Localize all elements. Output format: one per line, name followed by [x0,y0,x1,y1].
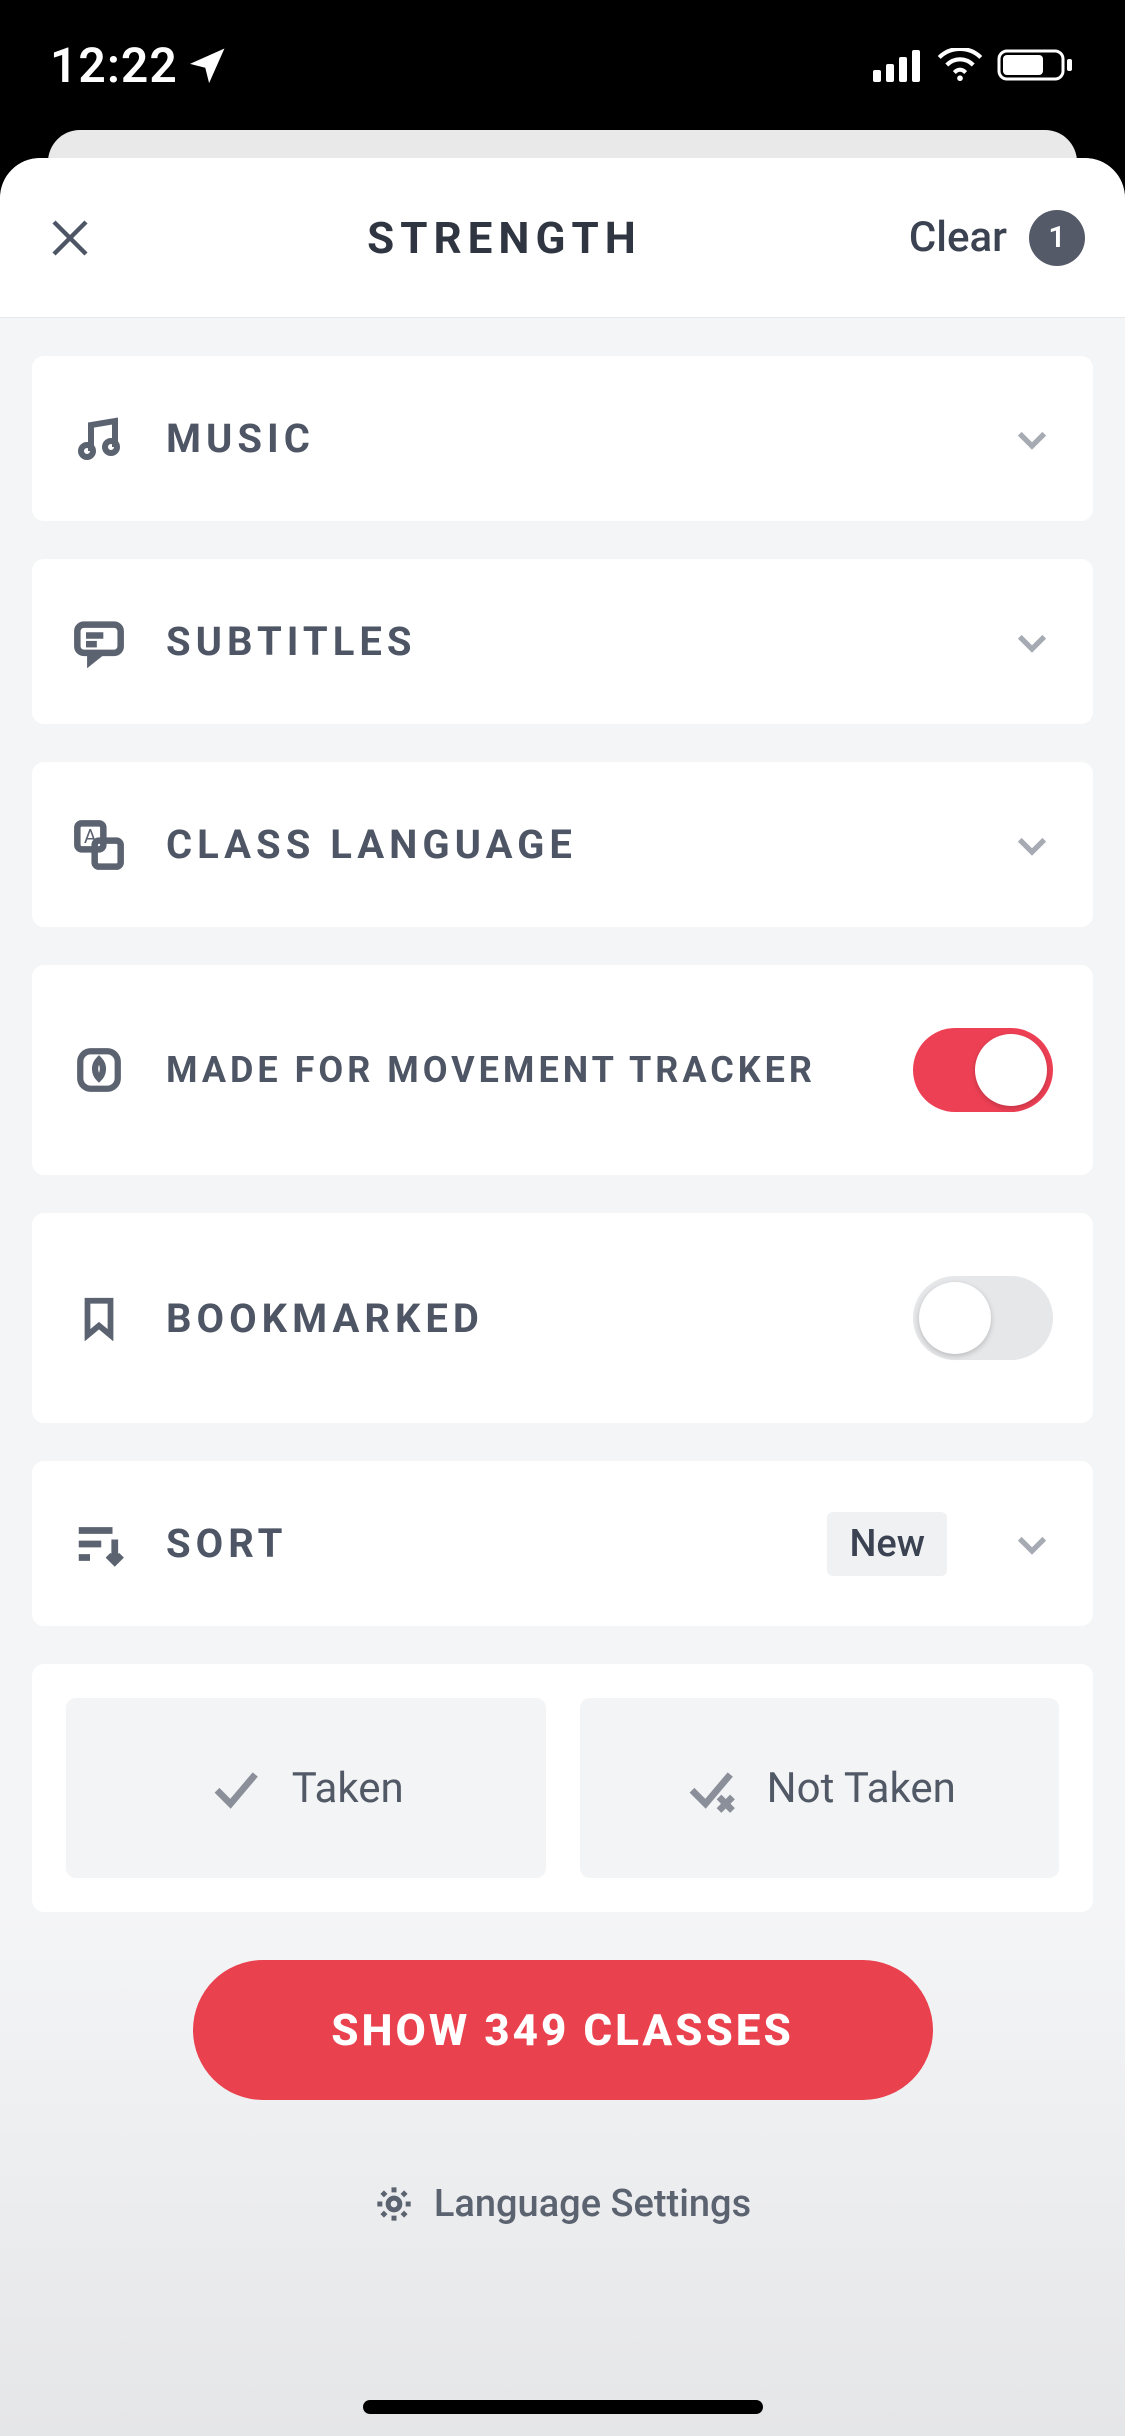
taken-button[interactable]: Taken [66,1698,546,1878]
modal-header: STRENGTH Clear 1 [0,158,1125,318]
music-icon [72,412,126,466]
filter-label: BOOKMARKED [166,1295,873,1342]
filter-row-taken-status: Taken Not Taken [32,1664,1093,1912]
movement-tracker-icon [72,1043,126,1097]
status-right [873,47,1075,83]
modal-title: STRENGTH [367,212,642,264]
filter-row-sort[interactable]: SORT New [32,1461,1093,1626]
filter-label: SUBTITLES [166,618,971,665]
filter-label: MUSIC [166,415,971,462]
not-taken-button[interactable]: Not Taken [580,1698,1060,1878]
chevron-down-icon [1011,824,1053,866]
check-icon [208,1761,262,1815]
chevron-down-icon [1011,621,1053,663]
not-taken-label: Not Taken [767,1764,956,1813]
show-classes-label: SHOW 349 CLASSES [331,2004,794,2056]
filter-content[interactable]: MUSIC SUBTITLES A CLASS LANGUAGE MADE FO… [0,318,1125,2436]
chevron-down-icon [1011,1523,1053,1565]
bookmark-icon [72,1291,126,1345]
filter-row-music[interactable]: MUSIC [32,356,1093,521]
filter-row-class-language[interactable]: A CLASS LANGUAGE [32,762,1093,927]
filter-label: SORT [166,1520,787,1567]
sort-icon [72,1517,126,1571]
status-bar: 12:22 [0,0,1125,130]
subtitles-icon [72,615,126,669]
status-left: 12:22 [50,37,226,94]
filter-modal: STRENGTH Clear 1 MUSIC SUBTITLES A [0,158,1125,2436]
close-icon [46,214,94,262]
chevron-down-icon [1011,418,1053,460]
clear-filters-button[interactable]: Clear 1 [909,210,1085,266]
home-indicator[interactable] [363,2400,763,2414]
gear-icon [374,2184,414,2224]
wifi-icon [937,48,983,82]
svg-text:A: A [84,824,97,847]
cellular-signal-icon [873,48,923,82]
filter-row-movement-tracker: MADE FOR MOVEMENT TRACKER [32,965,1093,1175]
filter-count-badge: 1 [1029,210,1085,266]
show-classes-button[interactable]: SHOW 349 CLASSES [193,1960,933,2100]
language-icon: A [72,818,126,872]
filter-row-subtitles[interactable]: SUBTITLES [32,559,1093,724]
filter-row-bookmarked: BOOKMARKED [32,1213,1093,1423]
check-x-icon [683,1761,737,1815]
language-settings-label: Language Settings [434,2182,751,2226]
sort-value: New [827,1512,947,1576]
bookmarked-toggle[interactable] [913,1276,1053,1360]
location-arrow-icon [190,47,226,83]
close-button[interactable] [40,208,100,268]
language-settings-link[interactable]: Language Settings [32,2138,1093,2296]
clear-label: Clear [909,213,1007,262]
battery-icon [997,47,1075,83]
filter-label: MADE FOR MOVEMENT TRACKER [166,1049,873,1091]
movement-tracker-toggle[interactable] [913,1028,1053,1112]
taken-label: Taken [292,1764,404,1813]
filter-label: CLASS LANGUAGE [166,821,971,868]
status-time: 12:22 [50,37,178,94]
